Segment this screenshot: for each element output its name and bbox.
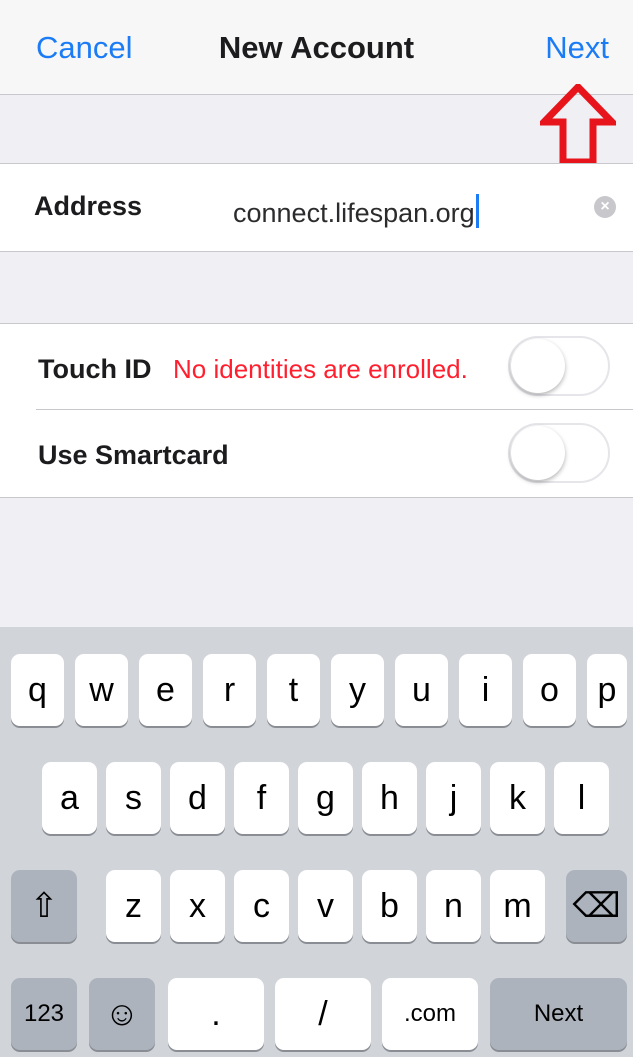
address-cell: Address connect.lifespan.org ×	[0, 163, 633, 252]
key-w[interactable]: w	[75, 654, 128, 726]
numbers-key[interactable]: 123	[11, 978, 77, 1050]
key-s[interactable]: s	[106, 762, 161, 834]
smartcard-label: Use Smartcard	[38, 440, 229, 470]
next-button[interactable]: Next	[545, 30, 609, 66]
emoji-key[interactable]: ☺	[89, 978, 155, 1050]
key-u[interactable]: u	[395, 654, 448, 726]
key-p[interactable]: p	[587, 654, 627, 726]
key-v[interactable]: v	[298, 870, 353, 942]
navigation-bar: Cancel New Account Next	[0, 0, 633, 95]
touch-id-row: Touch ID No identities are enrolled.	[0, 324, 633, 410]
key-e[interactable]: e	[139, 654, 192, 726]
key-y[interactable]: y	[331, 654, 384, 726]
key-f[interactable]: f	[234, 762, 289, 834]
touch-id-toggle[interactable]	[508, 336, 610, 396]
key-k[interactable]: k	[490, 762, 545, 834]
options-group: Touch ID No identities are enrolled. Use…	[0, 323, 633, 498]
backspace-key[interactable]: ⌫	[566, 870, 627, 942]
backspace-icon: ⌫	[572, 887, 621, 925]
shift-key[interactable]: ⇧	[11, 870, 77, 942]
key-j[interactable]: j	[426, 762, 481, 834]
key-c[interactable]: c	[234, 870, 289, 942]
dotcom-key[interactable]: .com	[382, 978, 478, 1050]
address-label: Address	[34, 191, 143, 221]
key-i[interactable]: i	[459, 654, 512, 726]
slash-key[interactable]: /	[275, 978, 371, 1050]
key-g[interactable]: g	[298, 762, 353, 834]
key-d[interactable]: d	[170, 762, 225, 834]
smartcard-row: Use Smartcard	[0, 410, 633, 496]
touch-id-error-text: No identities are enrolled.	[173, 354, 468, 384]
key-r[interactable]: r	[203, 654, 256, 726]
emoji-icon: ☺	[104, 995, 140, 1033]
key-a[interactable]: a	[42, 762, 97, 834]
key-o[interactable]: o	[523, 654, 576, 726]
key-t[interactable]: t	[267, 654, 320, 726]
key-x[interactable]: x	[170, 870, 225, 942]
toggle-knob	[511, 426, 565, 480]
key-m[interactable]: m	[490, 870, 545, 942]
key-l[interactable]: l	[554, 762, 609, 834]
key-q[interactable]: q	[11, 654, 64, 726]
key-h[interactable]: h	[362, 762, 417, 834]
key-n[interactable]: n	[426, 870, 481, 942]
key-z[interactable]: z	[106, 870, 161, 942]
page-title: New Account	[218, 30, 415, 65]
keyboard-next-key[interactable]: Next	[490, 978, 627, 1050]
text-caret	[475, 194, 479, 228]
address-input[interactable]: connect.lifespan.org	[233, 194, 479, 229]
key-b[interactable]: b	[362, 870, 417, 942]
shift-icon: ⇧	[29, 887, 59, 925]
dot-key[interactable]: .	[168, 978, 264, 1050]
toggle-knob	[511, 339, 565, 393]
red-arrow-annotation-icon	[540, 84, 616, 166]
keyboard: q w e r t y u i o p a s d f g h j k l ⇧ …	[0, 627, 633, 1057]
smartcard-toggle[interactable]	[508, 423, 610, 483]
clear-text-icon[interactable]: ×	[594, 196, 616, 218]
touch-id-label: Touch ID	[38, 354, 152, 384]
